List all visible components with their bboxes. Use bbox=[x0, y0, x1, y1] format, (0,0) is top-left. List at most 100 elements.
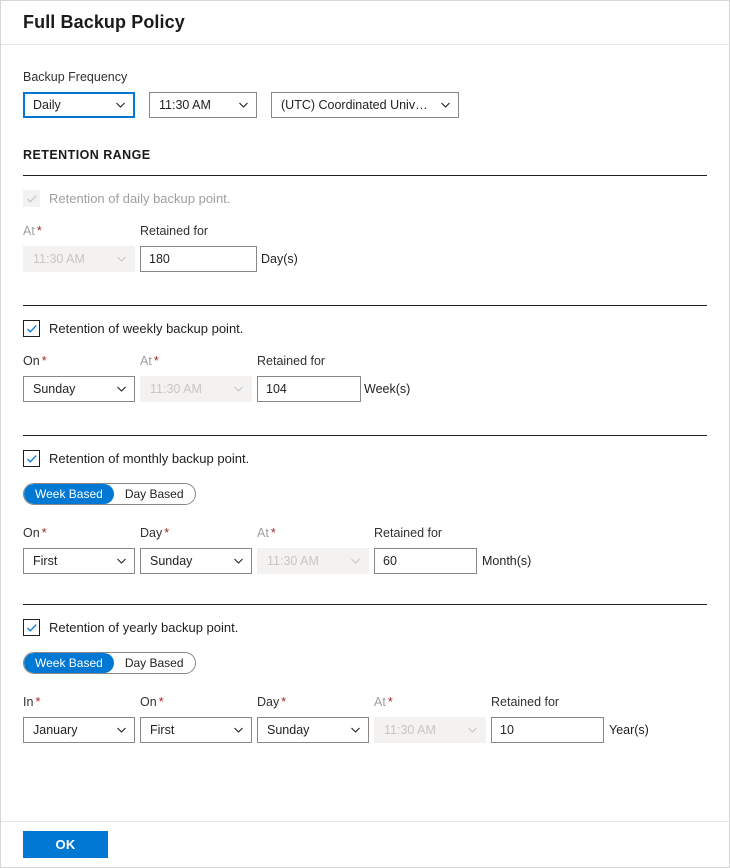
monthly-retained-input[interactable] bbox=[374, 548, 477, 574]
yearly-in-select[interactable]: January bbox=[23, 717, 135, 743]
yearly-retained-label: Retained for bbox=[491, 694, 608, 710]
chevron-down-icon bbox=[440, 100, 451, 111]
retention-monthly-checkbox-row[interactable]: Retention of monthly backup point. bbox=[23, 449, 707, 467]
yearly-in-value: January bbox=[33, 723, 108, 737]
monthly-toggle-week-based[interactable]: Week Based bbox=[24, 484, 114, 504]
weekly-unit-label: Week(s) bbox=[364, 382, 410, 396]
frequency-interval-value: Daily bbox=[33, 98, 107, 112]
yearly-on-value: First bbox=[150, 723, 225, 737]
daily-at-label: At* bbox=[23, 223, 140, 239]
frequency-timezone-value: (UTC) Coordinated Univer... bbox=[281, 98, 432, 112]
yearly-in-label: In* bbox=[23, 694, 140, 710]
retention-weekly-checkbox[interactable] bbox=[23, 320, 40, 337]
panel-footer: OK bbox=[1, 821, 729, 867]
chevron-down-icon bbox=[238, 100, 249, 111]
yearly-retained-input[interactable] bbox=[491, 717, 604, 743]
monthly-retained-field: Retained for bbox=[374, 525, 491, 574]
retention-weekly-checkbox-row[interactable]: Retention of weekly backup point. bbox=[23, 319, 707, 337]
frequency-time-value: 11:30 AM bbox=[159, 98, 230, 112]
yearly-on-label: On* bbox=[140, 694, 257, 710]
retention-daily-checkbox-row: Retention of daily backup point. bbox=[23, 189, 707, 207]
page-title: Full Backup Policy bbox=[23, 13, 185, 31]
daily-unit-label: Day(s) bbox=[261, 252, 298, 266]
daily-retained-field: Retained for bbox=[140, 223, 261, 272]
ok-button[interactable]: OK bbox=[23, 831, 108, 858]
retention-yearly-controls: In* January On* First bbox=[23, 694, 707, 743]
chevron-down-icon bbox=[233, 556, 244, 567]
monthly-unit-label: Month(s) bbox=[482, 554, 531, 568]
yearly-toggle-wrap: Week Based Day Based bbox=[23, 636, 707, 674]
monthly-on-label: On* bbox=[23, 525, 140, 541]
yearly-in-field: In* January bbox=[23, 694, 140, 743]
weekly-on-field: On* Sunday bbox=[23, 353, 140, 402]
daily-at-field: At* 11:30 AM bbox=[23, 223, 140, 272]
chevron-down-icon bbox=[116, 725, 127, 736]
retention-monthly-section: Retention of monthly backup point. Week … bbox=[23, 435, 707, 574]
yearly-toggle-day-based[interactable]: Day Based bbox=[114, 653, 195, 673]
yearly-day-select[interactable]: Sunday bbox=[257, 717, 369, 743]
weekly-on-select[interactable]: Sunday bbox=[23, 376, 135, 402]
yearly-retained-field: Retained for bbox=[491, 694, 608, 743]
retention-weekly-section: Retention of weekly backup point. On* Su… bbox=[23, 305, 707, 402]
retention-daily-controls: At* 11:30 AM Retained for Day(s) bbox=[23, 223, 707, 272]
monthly-day-select[interactable]: Sunday bbox=[140, 548, 252, 574]
chevron-down-icon bbox=[350, 556, 361, 567]
yearly-unit-label: Year(s) bbox=[609, 723, 649, 737]
full-backup-policy-panel: Full Backup Policy Backup Frequency Dail… bbox=[0, 0, 730, 868]
required-asterisk: * bbox=[271, 526, 276, 540]
yearly-at-label: At* bbox=[374, 694, 491, 710]
monthly-toggle-day-based[interactable]: Day Based bbox=[114, 484, 195, 504]
weekly-retained-input[interactable] bbox=[257, 376, 361, 402]
monthly-at-value: 11:30 AM bbox=[267, 554, 342, 568]
chevron-down-icon bbox=[116, 254, 127, 265]
retention-yearly-checkbox[interactable] bbox=[23, 619, 40, 636]
retention-monthly-checkbox[interactable] bbox=[23, 450, 40, 467]
weekly-on-value: Sunday bbox=[33, 382, 108, 396]
yearly-day-field: Day* Sunday bbox=[257, 694, 374, 743]
panel-header: Full Backup Policy bbox=[1, 1, 729, 45]
required-asterisk: * bbox=[281, 695, 286, 709]
retention-yearly-label: Retention of yearly backup point. bbox=[49, 619, 238, 636]
monthly-day-label: Day* bbox=[140, 525, 257, 541]
yearly-week-day-toggle[interactable]: Week Based Day Based bbox=[23, 652, 196, 674]
weekly-at-select: 11:30 AM bbox=[140, 376, 252, 402]
required-asterisk: * bbox=[37, 224, 42, 238]
chevron-down-icon bbox=[233, 384, 244, 395]
chevron-down-icon bbox=[115, 100, 126, 111]
retention-daily-label: Retention of daily backup point. bbox=[49, 190, 230, 207]
yearly-at-value: 11:30 AM bbox=[384, 723, 459, 737]
retention-range-title: RETENTION RANGE bbox=[23, 148, 707, 162]
retention-weekly-controls: On* Sunday At* 11:30 AM bbox=[23, 353, 707, 402]
weekly-on-label: On* bbox=[23, 353, 140, 369]
daily-retained-input[interactable] bbox=[140, 246, 257, 272]
backup-frequency-label: Backup Frequency bbox=[23, 69, 707, 85]
monthly-day-value: Sunday bbox=[150, 554, 225, 568]
chevron-down-icon bbox=[116, 384, 127, 395]
retention-monthly-label: Retention of monthly backup point. bbox=[49, 450, 249, 467]
monthly-toggle-wrap: Week Based Day Based bbox=[23, 467, 707, 505]
required-asterisk: * bbox=[35, 695, 40, 709]
daily-retained-label: Retained for bbox=[140, 223, 261, 239]
yearly-on-select[interactable]: First bbox=[140, 717, 252, 743]
monthly-week-day-toggle[interactable]: Week Based Day Based bbox=[23, 483, 196, 505]
yearly-toggle-week-based[interactable]: Week Based bbox=[24, 653, 114, 673]
required-asterisk: * bbox=[159, 695, 164, 709]
retention-yearly-checkbox-row[interactable]: Retention of yearly backup point. bbox=[23, 618, 707, 636]
monthly-at-label: At* bbox=[257, 525, 374, 541]
weekly-at-field: At* 11:30 AM bbox=[140, 353, 257, 402]
chevron-down-icon bbox=[350, 725, 361, 736]
frequency-timezone-select[interactable]: (UTC) Coordinated Univer... bbox=[271, 92, 459, 118]
retention-monthly-controls: On* First Day* Sunday bbox=[23, 525, 707, 574]
monthly-on-field: On* First bbox=[23, 525, 140, 574]
yearly-on-field: On* First bbox=[140, 694, 257, 743]
yearly-day-value: Sunday bbox=[267, 723, 342, 737]
required-asterisk: * bbox=[42, 526, 47, 540]
frequency-interval-select[interactable]: Daily bbox=[23, 92, 135, 118]
weekly-at-value: 11:30 AM bbox=[150, 382, 225, 396]
monthly-at-select: 11:30 AM bbox=[257, 548, 369, 574]
required-asterisk: * bbox=[388, 695, 393, 709]
weekly-at-label: At* bbox=[140, 353, 257, 369]
monthly-on-select[interactable]: First bbox=[23, 548, 135, 574]
monthly-on-value: First bbox=[33, 554, 108, 568]
frequency-time-select[interactable]: 11:30 AM bbox=[149, 92, 257, 118]
